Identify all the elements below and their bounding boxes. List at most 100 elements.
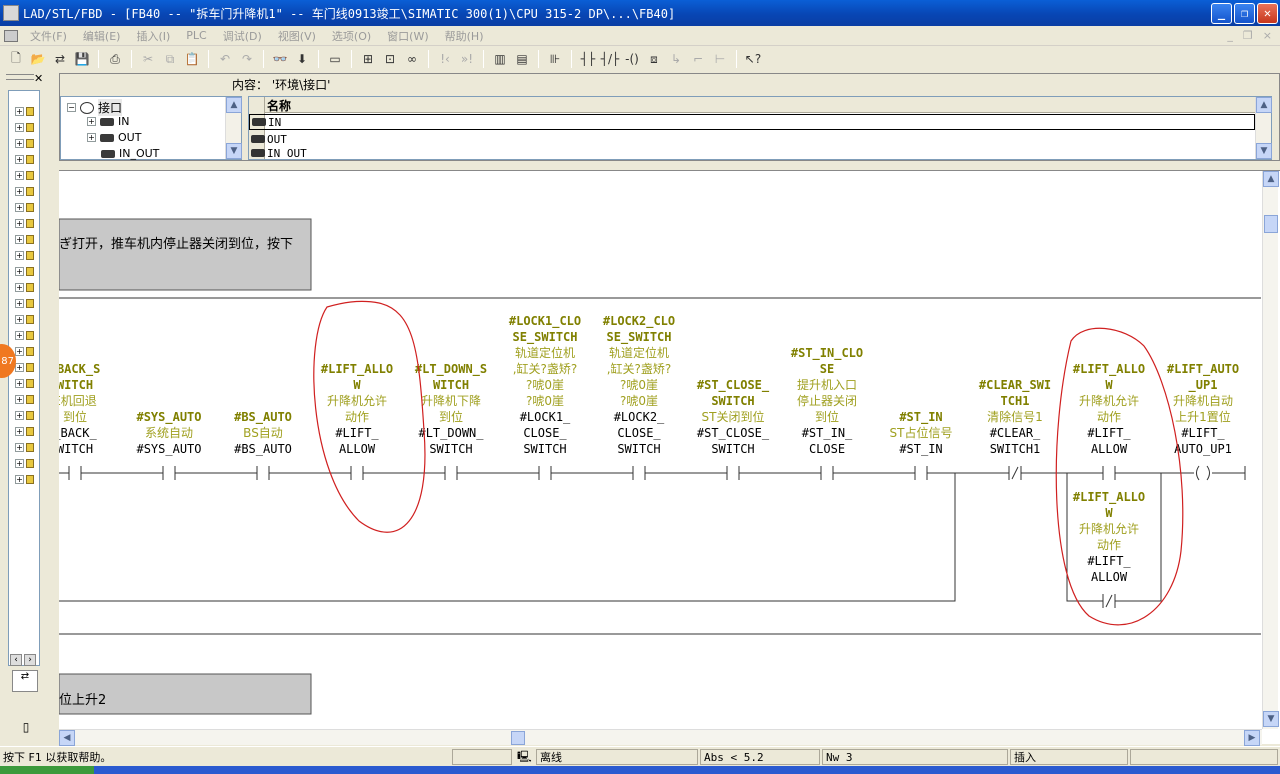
connect-icon[interactable]: ⊢ — [710, 49, 730, 69]
tree-folder-item[interactable]: + — [15, 281, 37, 293]
minimize-button[interactable]: _ — [1211, 2, 1232, 24]
branch-open-icon[interactable]: ↳ — [666, 49, 686, 69]
contact-nc-icon[interactable]: ┤/├ — [600, 49, 620, 69]
menu-edit[interactable]: 编辑(E) — [75, 28, 129, 44]
collapse-toggle[interactable]: − — [67, 103, 76, 112]
ladder-editor[interactable]: ぎ打开，推车机内停止器关闭到位，按下 位上升2 _BACK_SWITCHE机回退… — [59, 170, 1280, 746]
network-comment-box[interactable] — [59, 218, 312, 291]
monitor-icon[interactable]: 👓 — [270, 49, 290, 69]
print-icon[interactable]: ⎙ — [105, 49, 125, 69]
scroll-right-button[interactable]: ▶ — [1244, 730, 1260, 746]
expand-toggle[interactable]: + — [15, 314, 24, 324]
tree-folder-item[interactable]: + — [15, 201, 37, 213]
tree-root[interactable]: − 接口 — [67, 99, 123, 116]
tool-toggle-icon[interactable]: ⇄ — [12, 670, 38, 692]
mdi-close-button[interactable]: × — [1263, 29, 1272, 42]
expand-toggle[interactable]: + — [15, 250, 24, 260]
scroll-left-button[interactable]: ‹ — [10, 654, 22, 666]
tree-folder-item[interactable]: + — [15, 169, 37, 181]
overview-toggle-icon[interactable]: ▯ — [16, 720, 36, 736]
expand-toggle[interactable]: + — [87, 117, 96, 126]
tree-folder-item[interactable]: + — [15, 361, 37, 373]
scroll-down-button[interactable]: ▼ — [1256, 143, 1272, 159]
last-icon[interactable]: »! — [457, 49, 477, 69]
column-header-name[interactable]: 名称 — [265, 97, 1255, 113]
scroll-up-button[interactable]: ▲ — [226, 97, 242, 113]
menu-file[interactable]: 文件(F) — [22, 28, 75, 44]
expand-toggle[interactable]: + — [15, 394, 24, 404]
tree-folder-item[interactable]: + — [15, 153, 37, 165]
mdi-system-icon[interactable] — [4, 29, 18, 42]
expand-toggle[interactable]: + — [15, 458, 24, 468]
expand-toggle[interactable]: + — [15, 282, 24, 292]
expand-toggle[interactable]: + — [15, 218, 24, 228]
table-row[interactable]: IN — [249, 114, 1255, 130]
expand-toggle[interactable]: + — [15, 170, 24, 180]
tree-scrollbar[interactable]: ▲ ▼ — [225, 97, 242, 159]
scroll-right-button[interactable]: › — [24, 654, 36, 666]
tree-folder-item[interactable]: + — [15, 185, 37, 197]
expand-toggle[interactable]: + — [15, 426, 24, 436]
expand-toggle[interactable]: + — [15, 346, 24, 356]
open-icon[interactable]: 📂 — [28, 49, 48, 69]
ladder-icon[interactable]: ⊪ — [545, 49, 565, 69]
new-icon[interactable]: 🗋 — [6, 49, 26, 69]
save-icon[interactable]: 💾 — [72, 49, 92, 69]
coil-icon[interactable]: -() — [622, 49, 642, 69]
menu-view[interactable]: 视图(V) — [270, 28, 324, 44]
first-icon[interactable]: !‹ — [435, 49, 455, 69]
tree-folder-item[interactable]: + — [15, 265, 37, 277]
branch-close-icon[interactable]: ⌐ — [688, 49, 708, 69]
tree-item-in[interactable]: + IN — [87, 115, 129, 128]
block-icon[interactable]: ⊡ — [380, 49, 400, 69]
tree-folder-item[interactable]: + — [15, 137, 37, 149]
table-scrollbar[interactable]: ▲ ▼ — [1255, 97, 1272, 159]
comment-toggle-icon[interactable]: ▭ — [325, 49, 345, 69]
expand-toggle[interactable]: + — [15, 298, 24, 308]
tree-item-out[interactable]: + OUT — [87, 131, 141, 144]
copy-icon[interactable]: ⧉ — [160, 49, 180, 69]
program-element-tree[interactable]: + + + + + + + + + + + + + + + + + + + + + + + + — [8, 90, 40, 666]
expand-toggle[interactable]: + — [15, 202, 24, 212]
editor-hscrollbar[interactable]: ◀ ▶ — [59, 729, 1262, 746]
tree-item-in-out[interactable]: IN_OUT — [101, 147, 159, 160]
scroll-left-button[interactable]: ◀ — [59, 730, 75, 746]
expand-toggle[interactable]: + — [15, 442, 24, 452]
tree-folder-item[interactable]: + — [15, 297, 37, 309]
expand-toggle[interactable]: + — [15, 138, 24, 148]
expand-toggle[interactable]: + — [15, 234, 24, 244]
menu-window[interactable]: 窗口(W) — [379, 28, 436, 44]
tree-folder-item[interactable]: + — [15, 329, 37, 341]
expand-toggle[interactable]: + — [87, 133, 96, 142]
online-icon[interactable]: ⇄ — [50, 49, 70, 69]
contact-no-icon[interactable]: ┤├ — [578, 49, 598, 69]
dock-grip[interactable] — [6, 74, 34, 80]
expand-toggle[interactable]: + — [15, 410, 24, 420]
expand-toggle[interactable]: + — [15, 362, 24, 372]
expand-toggle[interactable]: + — [15, 122, 24, 132]
tree-folder-item[interactable]: + — [15, 105, 37, 117]
table-row[interactable]: IN_OUT — [249, 147, 1255, 159]
tree-folder-item[interactable]: + — [15, 217, 37, 229]
network-icon[interactable]: ⊞ — [358, 49, 378, 69]
tree-folder-item[interactable]: + — [15, 345, 37, 357]
menu-help[interactable]: 帮助(H) — [437, 28, 492, 44]
expand-toggle[interactable]: + — [15, 474, 24, 484]
scroll-up-button[interactable]: ▲ — [1263, 171, 1279, 187]
expand-toggle[interactable]: + — [15, 330, 24, 340]
tree-folder-item[interactable]: + — [15, 441, 37, 453]
tree-folder-item[interactable]: + — [15, 409, 37, 421]
box-icon[interactable]: ⧈ — [644, 49, 664, 69]
mdi-restore-button[interactable]: ❐ — [1243, 29, 1253, 42]
mdi-minimize-button[interactable]: _ — [1227, 29, 1233, 42]
overview-icon[interactable]: ∞ — [402, 49, 422, 69]
help-pointer-icon[interactable]: ↖? — [743, 49, 763, 69]
tree-folder-item[interactable]: + — [15, 249, 37, 261]
start-button[interactable] — [0, 766, 94, 774]
tree-folder-item[interactable]: + — [15, 393, 37, 405]
paste-icon[interactable]: 📋 — [182, 49, 202, 69]
expand-toggle[interactable]: + — [15, 186, 24, 196]
editor-vscrollbar[interactable]: ▲ ▼ — [1262, 171, 1279, 729]
expand-toggle[interactable]: + — [15, 378, 24, 388]
ladder-diagram[interactable]: ぎ打开，推车机内停止器关闭到位，按下 位上升2 _BACK_SWITCHE机回退… — [59, 171, 1280, 745]
